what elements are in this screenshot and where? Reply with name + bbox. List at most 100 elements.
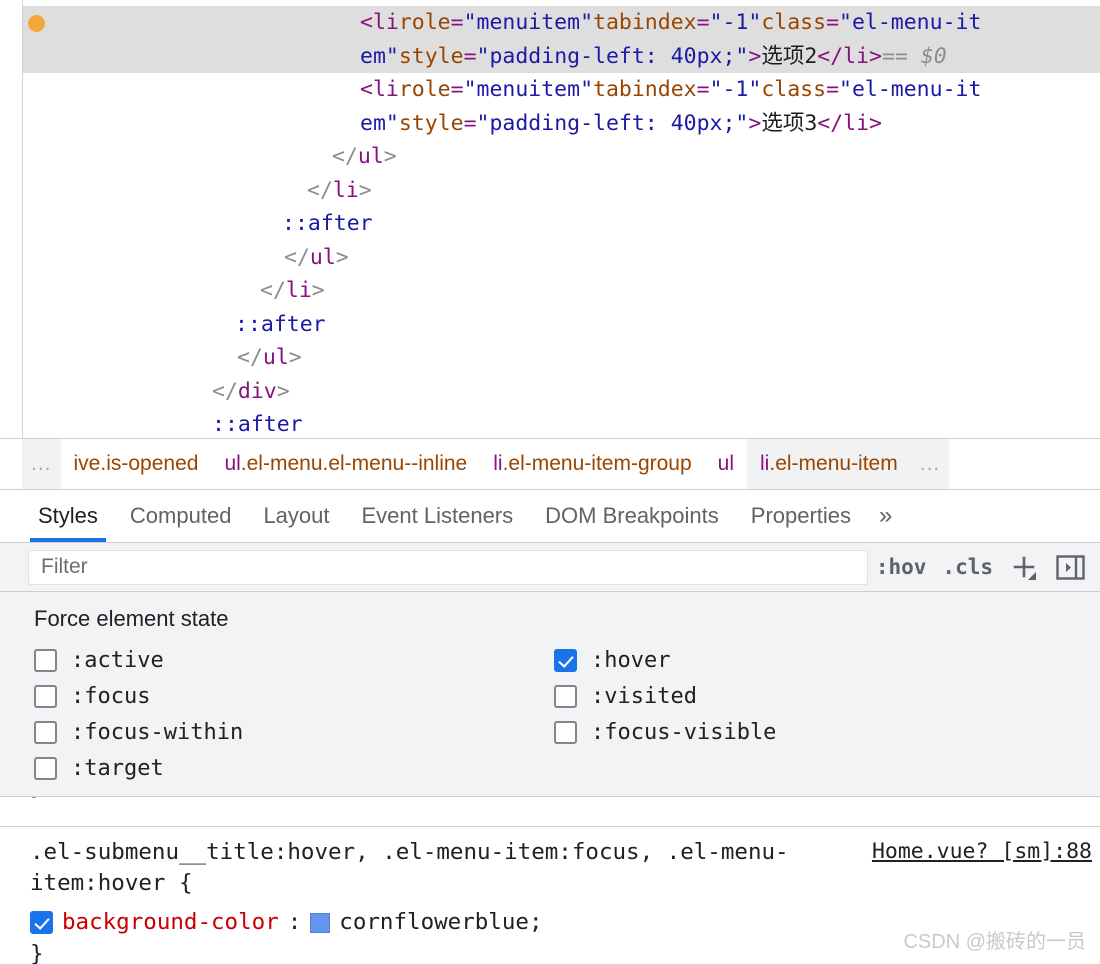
sidebar-tabbar[interactable]: Styles Computed Layout Event Listeners DOM B… xyxy=(0,490,1100,544)
dom-line[interactable]: </ul> xyxy=(0,341,1100,375)
dom-token: "el-menu-it xyxy=(839,77,982,102)
dom-line[interactable]: </div> xyxy=(0,375,1100,409)
dom-token: > xyxy=(335,244,349,270)
force-state-toggle-button[interactable]: :hov xyxy=(876,555,927,579)
force-state-columns: :active :focus :focus-within :target :hover… xyxy=(22,642,1100,786)
dom-token: = xyxy=(696,10,710,35)
force-state-label: :focus-within xyxy=(71,719,244,745)
breadcrumb-class: .el-menu-item xyxy=(769,452,898,476)
dom-tree-code[interactable]: <lirole="menuitem"tabindex="-1"class="el… xyxy=(0,0,1100,438)
dom-token: > xyxy=(748,110,762,136)
dom-token: </ xyxy=(332,144,358,169)
previous-rule-remnant: } xyxy=(0,797,1100,828)
dom-token: </ xyxy=(237,345,263,370)
dom-line[interactable]: ::after xyxy=(0,308,1100,342)
css-rule-block[interactable]: .el-submenu__title:hover, .el-menu-item:… xyxy=(0,827,1100,964)
force-state-row[interactable]: :hover xyxy=(554,642,1074,678)
dom-token: > xyxy=(288,345,302,370)
force-state-row[interactable]: :focus-within xyxy=(34,714,554,750)
css-rule-selector[interactable]: .el-submenu__title:hover, .el-menu-item:… xyxy=(30,837,790,899)
force-state-row[interactable]: :focus xyxy=(34,678,554,714)
declaration-enabled-checkbox[interactable] xyxy=(30,911,53,935)
dom-token: "padding-left: 40px;" xyxy=(476,43,749,69)
filter-input[interactable]: Filter xyxy=(28,549,868,585)
force-state-checkbox-focus-visible[interactable] xyxy=(554,720,577,744)
breadcrumb-item[interactable]: ul.el-menu.el-menu--inline xyxy=(211,439,480,489)
css-rule-header: .el-submenu__title:hover, .el-menu-item:… xyxy=(30,837,1100,899)
breadcrumb-tag: li xyxy=(760,452,770,476)
dom-token: </ xyxy=(212,378,238,404)
dom-token: style xyxy=(398,110,464,136)
force-state-row[interactable]: :active xyxy=(34,642,554,678)
dom-token: li xyxy=(332,177,359,203)
dom-token: <li xyxy=(360,77,399,102)
dom-token: 选项2 xyxy=(761,43,818,69)
color-swatch[interactable] xyxy=(310,912,331,933)
force-state-label: :target xyxy=(71,755,164,781)
dom-token: "padding-left: 40px;" xyxy=(476,110,749,136)
dom-line[interactable]: em"style="padding-left: 40px;">选项3</li> xyxy=(0,107,1100,141)
new-style-rule-button[interactable] xyxy=(1009,552,1039,582)
dom-tree-pane[interactable]: <lirole="menuitem"tabindex="-1"class="el… xyxy=(0,0,1100,439)
tab-computed[interactable]: Computed xyxy=(114,490,248,542)
element-classes-button[interactable]: .cls xyxy=(942,555,993,579)
tab-event-listeners[interactable]: Event Listeners xyxy=(346,490,530,542)
dom-line[interactable]: ::after xyxy=(0,408,1100,438)
dom-line[interactable]: </ul> xyxy=(0,241,1100,275)
declaration-value[interactable]: cornflowerblue; xyxy=(339,907,542,938)
plus-icon xyxy=(1013,556,1036,581)
breadcrumb-class: .el-menu.el-menu--inline xyxy=(240,452,468,476)
dom-token: ::after xyxy=(235,311,326,337)
dom-line[interactable]: </li> xyxy=(0,274,1100,308)
dom-token: class xyxy=(761,10,827,35)
styles-filter-bar[interactable]: Filter :hov .cls xyxy=(0,543,1100,593)
force-state-checkbox-focus[interactable] xyxy=(34,684,57,708)
force-state-checkbox-visited[interactable] xyxy=(554,684,577,708)
declaration-property[interactable]: background-color xyxy=(62,907,279,938)
dom-line-selected[interactable]: em"style="padding-left: 40px;">选项2</li>=… xyxy=(0,39,1100,73)
breadcrumb-item[interactable]: li.el-menu-item-group xyxy=(480,439,704,489)
force-state-label: :hover xyxy=(591,647,671,673)
force-state-checkbox-focus-within[interactable] xyxy=(34,720,57,744)
filter-placeholder: Filter xyxy=(41,555,88,579)
dom-line[interactable]: </ul> xyxy=(0,140,1100,174)
tab-layout[interactable]: Layout xyxy=(247,490,345,542)
dom-token: ::after xyxy=(212,412,303,437)
dom-token: = xyxy=(450,77,464,102)
dom-token: = xyxy=(463,110,477,136)
tab-dom-breakpoints[interactable]: DOM Breakpoints xyxy=(529,490,735,542)
sidebar-toggle-icon xyxy=(1056,554,1085,580)
dom-token: == xyxy=(882,43,921,69)
force-state-label: :active xyxy=(71,647,164,673)
breadcrumb-item[interactable]: li.el-menu-item xyxy=(747,439,911,490)
previous-rule-closing-brace: } xyxy=(30,797,43,800)
dom-token: = xyxy=(826,77,840,102)
dom-token: </li> xyxy=(817,110,882,136)
force-state-row[interactable]: :target xyxy=(34,750,554,786)
dom-line[interactable]: ::after xyxy=(0,207,1100,241)
dom-line[interactable]: </li> xyxy=(0,174,1100,208)
dom-line-selected[interactable]: <lirole="menuitem"tabindex="-1"class="el… xyxy=(0,6,1100,40)
force-state-checkbox-active[interactable] xyxy=(34,648,57,672)
css-rule-origin-link[interactable]: Home.vue? [sm]:88 xyxy=(872,837,1100,864)
dom-line[interactable]: <lirole="menuitem"tabindex="-1"class="el… xyxy=(0,73,1100,107)
force-state-row[interactable]: :visited xyxy=(554,678,1074,714)
tab-styles[interactable]: Styles xyxy=(22,490,114,543)
breadcrumb[interactable]: ... ive.is-opened ul.el-menu.el-menu--inl… xyxy=(0,438,1100,491)
force-state-checkbox-hover[interactable] xyxy=(554,648,577,672)
force-element-state-title: Force element state xyxy=(34,606,229,632)
force-state-row[interactable]: :focus-visible xyxy=(554,714,1074,750)
breadcrumb-item[interactable]: ul xyxy=(705,439,747,489)
tab-overflow-button[interactable]: » xyxy=(867,490,904,542)
breakpoint-dot-icon[interactable] xyxy=(28,15,45,32)
tab-properties[interactable]: Properties xyxy=(735,490,867,542)
breadcrumb-overflow-left[interactable]: ... xyxy=(22,439,61,490)
breadcrumb-item[interactable]: ive.is-opened xyxy=(61,439,212,489)
dom-token: "el-menu-it xyxy=(839,10,982,35)
toggle-styles-sidebar-button[interactable] xyxy=(1055,552,1086,583)
force-state-left-column: :active :focus :focus-within :target xyxy=(34,642,554,786)
dom-token: ul xyxy=(262,345,289,370)
breadcrumb-overflow-right[interactable]: ... xyxy=(910,439,950,490)
dom-token: role xyxy=(398,77,451,102)
force-state-checkbox-target[interactable] xyxy=(34,756,57,780)
